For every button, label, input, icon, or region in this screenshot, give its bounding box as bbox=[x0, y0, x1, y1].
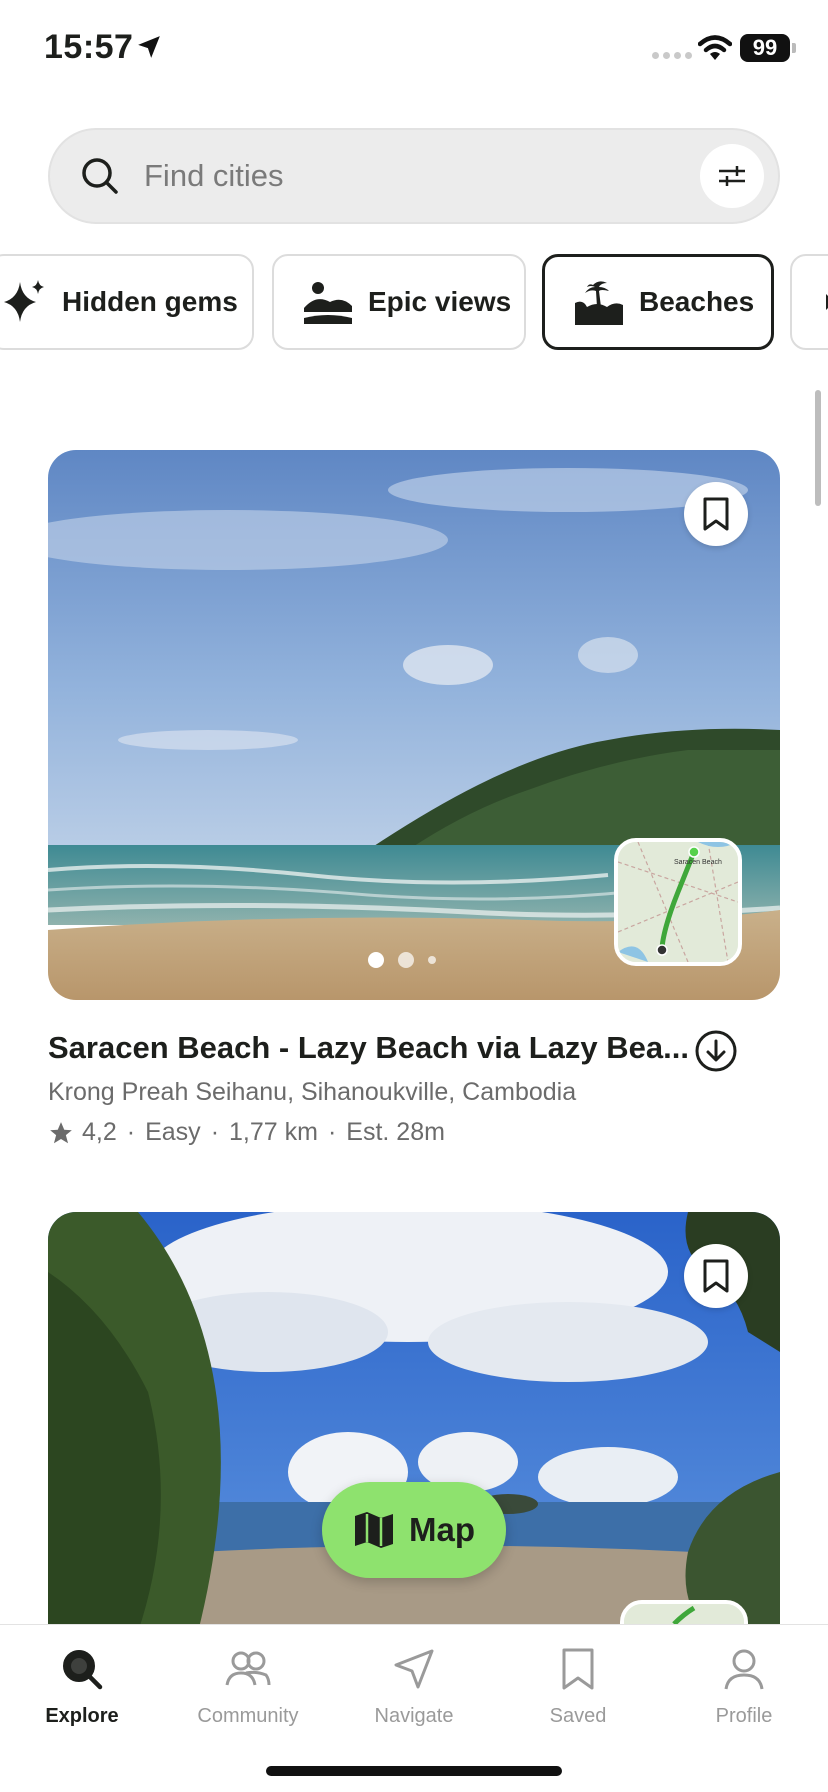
category-chips: Hidden gems Epic views Beaches bbox=[0, 254, 828, 352]
nav-navigate[interactable]: Navigate bbox=[334, 1643, 494, 1728]
bookmark-icon bbox=[703, 497, 729, 531]
navigate-icon bbox=[394, 1649, 434, 1689]
nav-label: Navigate bbox=[374, 1705, 454, 1727]
search-input[interactable] bbox=[144, 152, 624, 200]
beach-icon bbox=[573, 277, 625, 327]
map-button-label: Map bbox=[409, 1511, 475, 1548]
chip-more[interactable] bbox=[790, 254, 828, 350]
wifi-icon bbox=[698, 35, 732, 60]
carousel-dot[interactable] bbox=[428, 956, 436, 964]
chip-epic-views[interactable]: Epic views bbox=[272, 254, 526, 350]
filter-button[interactable] bbox=[700, 144, 764, 208]
chip-beaches[interactable]: Beaches bbox=[542, 254, 774, 350]
carousel-dot[interactable] bbox=[398, 952, 414, 968]
photo-carousel-dots bbox=[368, 952, 436, 968]
map-button[interactable]: Map bbox=[322, 1482, 506, 1578]
download-icon bbox=[695, 1030, 737, 1072]
mountain-view-icon bbox=[302, 278, 354, 326]
battery-indicator: 99 bbox=[740, 34, 790, 62]
nav-community[interactable]: Community bbox=[168, 1643, 328, 1728]
profile-icon bbox=[724, 1649, 764, 1690]
scroll-indicator[interactable] bbox=[815, 390, 821, 506]
map-icon bbox=[353, 1510, 395, 1550]
meta-separator: · bbox=[327, 1118, 337, 1146]
map-place-label: Saracen Beach bbox=[674, 859, 722, 866]
trail-location: Krong Preah Seihanu, Sihanoukville, Camb… bbox=[48, 1078, 577, 1106]
nav-label: Explore bbox=[45, 1705, 119, 1727]
route-map: Saracen Beach bbox=[618, 842, 738, 962]
trail-meta: 4,2 · Easy · 1,77 km · Est. 28m bbox=[48, 1118, 445, 1147]
chip-label: Hidden gems bbox=[62, 286, 238, 317]
trail-photo[interactable]: Saracen Beach bbox=[48, 450, 780, 1000]
trail-difficulty: Easy bbox=[145, 1118, 201, 1146]
search-bar[interactable] bbox=[48, 128, 780, 224]
location-arrow-icon bbox=[138, 36, 160, 58]
bookmark-button[interactable] bbox=[684, 482, 748, 546]
meta-separator: · bbox=[126, 1118, 136, 1146]
meta-separator: · bbox=[210, 1118, 220, 1146]
sliders-icon bbox=[719, 166, 745, 186]
nav-saved[interactable]: Saved bbox=[498, 1643, 658, 1728]
bookmark-button[interactable] bbox=[684, 1244, 748, 1308]
route-map-thumbnail[interactable]: Saracen Beach bbox=[614, 838, 742, 966]
chip-label: Epic views bbox=[368, 286, 512, 317]
bookmark-icon bbox=[562, 1648, 594, 1690]
nav-label: Profile bbox=[715, 1705, 773, 1727]
search-icon bbox=[63, 1650, 103, 1690]
category-icon bbox=[820, 282, 828, 322]
trail-duration: Est. 28m bbox=[346, 1118, 445, 1146]
search-icon bbox=[82, 158, 118, 194]
chip-label: Beaches bbox=[639, 286, 755, 317]
bookmark-icon bbox=[703, 1259, 729, 1293]
status-bar: 15:57 99 bbox=[0, 0, 828, 100]
download-button[interactable] bbox=[694, 1029, 738, 1078]
trail-distance: 1,77 km bbox=[229, 1118, 318, 1146]
cellular-signal-icon bbox=[652, 52, 692, 59]
community-icon bbox=[225, 1651, 271, 1686]
nav-profile[interactable]: Profile bbox=[664, 1643, 824, 1728]
sparkles-icon bbox=[0, 278, 48, 326]
nav-label: Saved bbox=[549, 1705, 607, 1727]
chip-hidden-gems[interactable]: Hidden gems bbox=[0, 254, 254, 350]
status-time: 15:57 bbox=[44, 28, 134, 66]
nav-explore[interactable]: Explore bbox=[2, 1643, 162, 1728]
home-indicator[interactable] bbox=[266, 1766, 562, 1776]
battery-cap bbox=[792, 43, 796, 53]
trail-title[interactable]: Saracen Beach - Lazy Beach via Lazy Bea.… bbox=[48, 1030, 689, 1066]
star-icon bbox=[50, 1121, 72, 1143]
carousel-dot[interactable] bbox=[368, 952, 384, 968]
trail-rating: 4,2 bbox=[82, 1118, 117, 1146]
nav-label: Community bbox=[197, 1705, 299, 1727]
